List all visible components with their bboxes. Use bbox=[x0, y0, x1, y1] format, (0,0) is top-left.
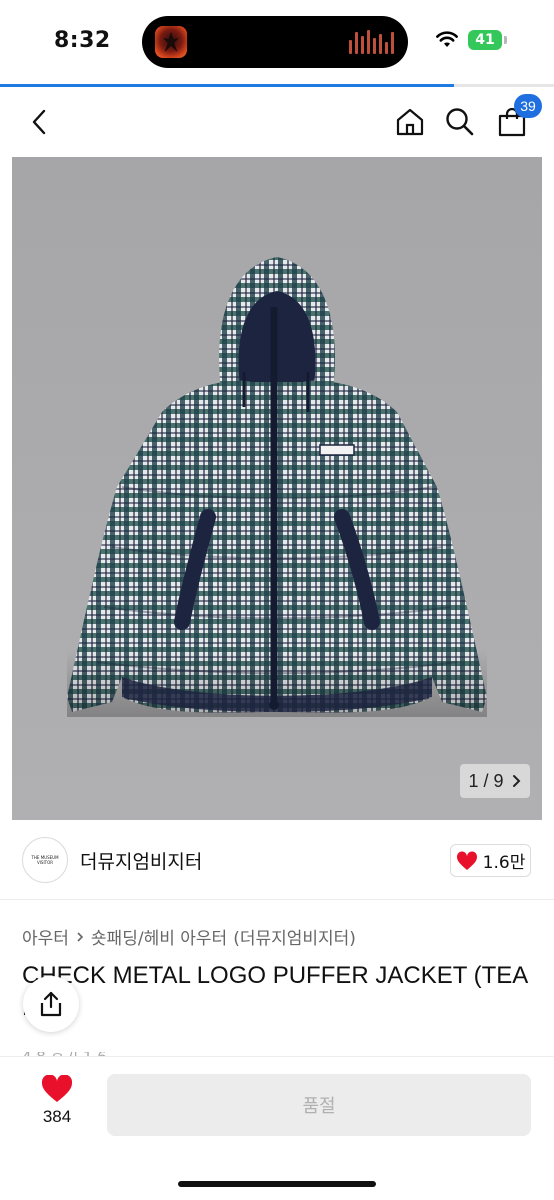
wishlist-count: 384 bbox=[42, 1107, 72, 1126]
bottom-action-bar: 384 품절 bbox=[0, 1056, 554, 1200]
share-button[interactable] bbox=[23, 976, 79, 1032]
dynamic-island[interactable] bbox=[142, 16, 408, 68]
audio-bars-icon bbox=[349, 30, 394, 54]
brand-name[interactable]: 더뮤지엄비지터 bbox=[80, 847, 202, 874]
status-bar: 8:32 41 bbox=[0, 0, 554, 84]
breadcrumb-brand[interactable]: (더뮤지엄비지터) bbox=[233, 924, 356, 949]
home-indicator[interactable] bbox=[178, 1181, 376, 1187]
home-icon bbox=[396, 108, 424, 136]
image-counter-text: 1 / 9 bbox=[468, 770, 504, 791]
product-photo-puffer-jacket bbox=[12, 157, 542, 820]
breadcrumb: 아우터 숏패딩/헤비 아우터 (더뮤지엄비지터) bbox=[22, 924, 356, 949]
search-button[interactable] bbox=[438, 100, 482, 144]
cart-button[interactable]: 39 bbox=[490, 94, 542, 144]
brand-like-button[interactable]: 1.6만 bbox=[450, 844, 531, 877]
search-icon bbox=[446, 108, 474, 136]
brand-logo[interactable]: THE MUSEUM VISITOR bbox=[22, 837, 68, 883]
page-load-progress bbox=[0, 84, 554, 87]
sold-out-button[interactable]: 품절 bbox=[107, 1074, 531, 1136]
home-button[interactable] bbox=[388, 100, 432, 144]
back-button[interactable] bbox=[18, 100, 62, 144]
share-icon bbox=[40, 991, 62, 1017]
top-navigation: 39 bbox=[0, 90, 554, 154]
product-image-carousel[interactable]: 1 / 9 bbox=[12, 157, 542, 820]
product-title: CHECK METAL LOGO PUFFER JACKET (TEA bbox=[22, 962, 529, 989]
page-load-progress-fill bbox=[0, 84, 455, 87]
now-playing-app-icon bbox=[155, 26, 187, 58]
chevron-right-icon bbox=[77, 931, 84, 942]
breadcrumb-subcategory[interactable]: 숏패딩/헤비 아우터 bbox=[91, 924, 227, 949]
chevron-right-icon bbox=[512, 775, 520, 787]
heart-icon bbox=[41, 1075, 73, 1102]
cart-count-badge: 39 bbox=[514, 94, 542, 118]
chevron-left-icon bbox=[32, 109, 46, 135]
status-time: 8:32 bbox=[54, 28, 111, 53]
breadcrumb-category[interactable]: 아우터 bbox=[22, 924, 69, 949]
brand-like-count: 1.6만 bbox=[482, 853, 526, 873]
heart-icon bbox=[456, 850, 477, 870]
brand-row[interactable]: THE MUSEUM VISITOR 더뮤지엄비지터 1.6만 bbox=[0, 820, 554, 900]
wishlist-button[interactable]: 384 bbox=[30, 1075, 84, 1135]
battery-indicator: 41 bbox=[468, 30, 507, 50]
image-pagination-button[interactable]: 1 / 9 bbox=[460, 764, 530, 798]
wifi-icon bbox=[436, 31, 458, 47]
